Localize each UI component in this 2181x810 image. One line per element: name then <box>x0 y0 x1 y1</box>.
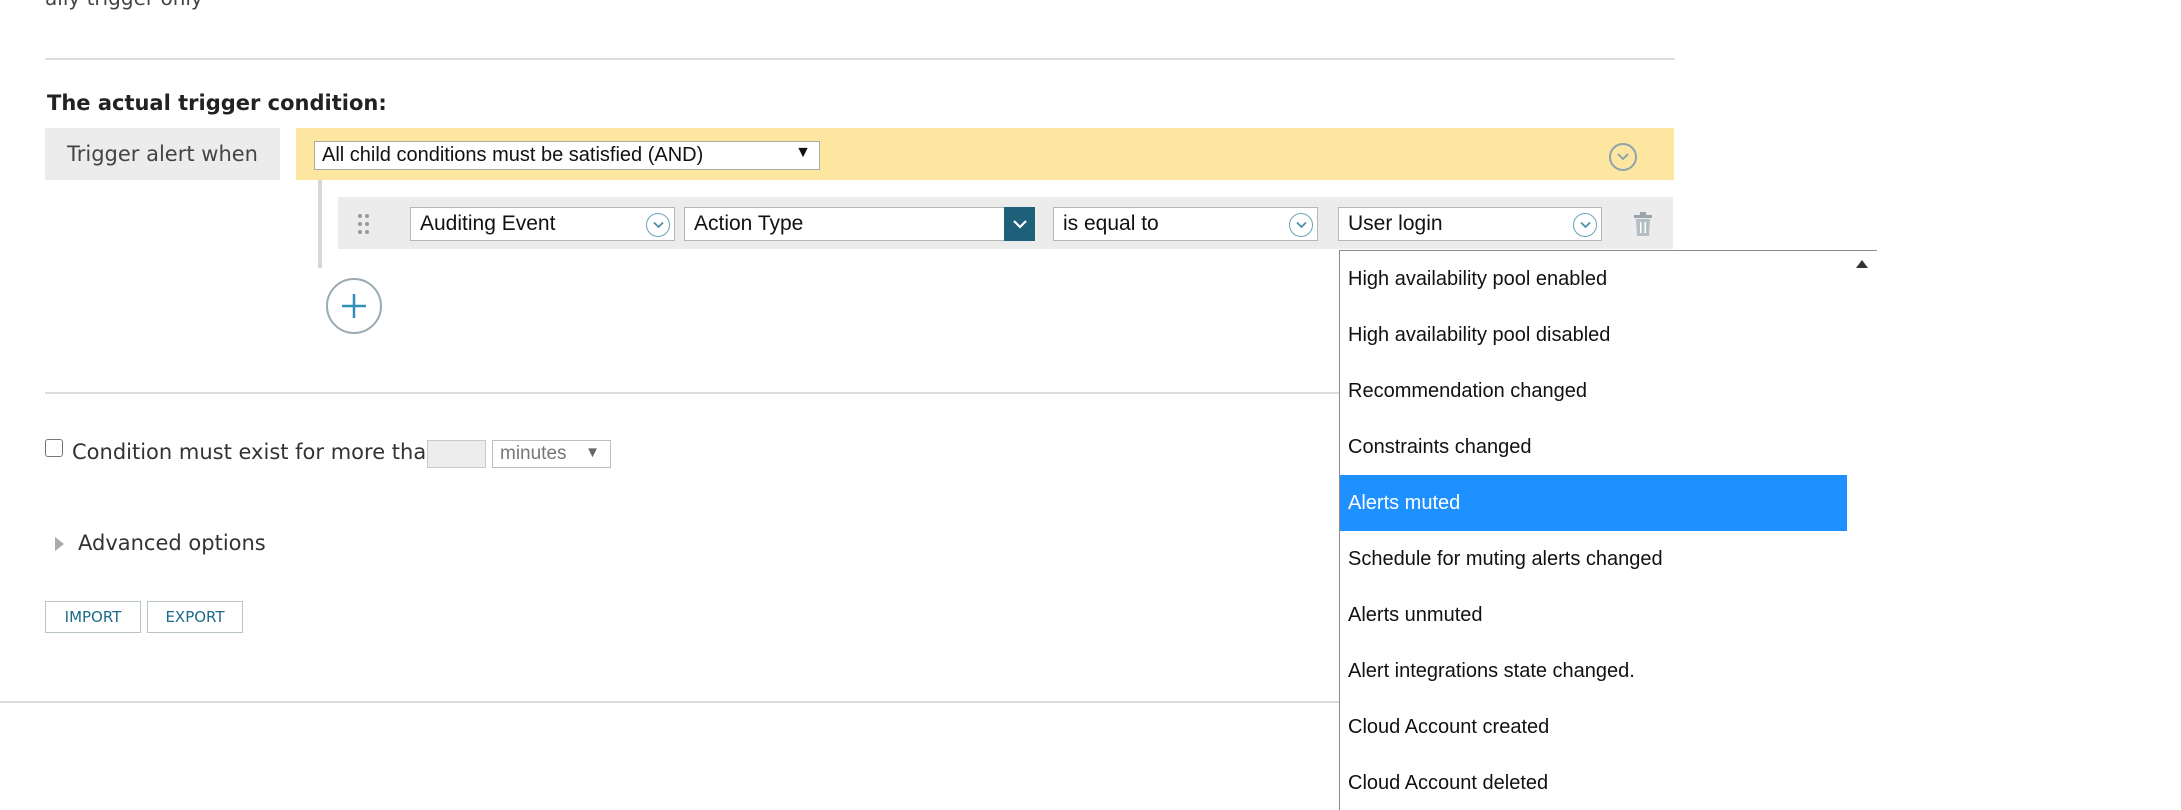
trigger-label-text: Trigger alert when <box>67 142 258 166</box>
import-button[interactable]: IMPORT <box>45 601 141 633</box>
condition-duration-label: Condition must exist for more than <box>72 440 440 464</box>
operator-select[interactable]: is equal to <box>1053 207 1318 241</box>
chevron-down-icon <box>1617 153 1629 161</box>
partial-description-text: ally trigger only <box>45 0 203 10</box>
chevron-down-icon <box>1573 213 1597 237</box>
divider-top <box>45 58 1675 60</box>
operator-value: is equal to <box>1063 212 1159 235</box>
dropdown-option[interactable]: Alerts unmuted <box>1340 587 1847 643</box>
plus-icon <box>342 294 366 318</box>
dropdown-arrow-icon: ▼ <box>795 144 811 161</box>
duration-unit-select[interactable]: minutes ▼ <box>492 440 611 468</box>
divider-bottom <box>0 701 1340 703</box>
expand-triangle-icon[interactable] <box>55 537 64 551</box>
add-condition-button[interactable] <box>326 278 382 334</box>
value-select[interactable]: User login <box>1338 207 1602 241</box>
dropdown-option[interactable]: Cloud Account deleted <box>1340 755 1847 810</box>
property-select[interactable]: Action Type <box>684 207 1035 241</box>
chevron-down-icon <box>646 213 670 237</box>
object-type-value: Auditing Event <box>420 212 556 235</box>
trash-icon[interactable] <box>1632 211 1654 237</box>
trigger-alert-when-label: Trigger alert when <box>45 128 280 180</box>
duration-input[interactable] <box>427 440 486 468</box>
tree-connector <box>318 180 322 268</box>
object-type-select[interactable]: Auditing Event <box>410 207 675 241</box>
condition-duration-checkbox[interactable] <box>45 439 63 457</box>
collapse-group-button[interactable] <box>1609 143 1637 171</box>
property-value: Action Type <box>694 212 804 235</box>
dropdown-option[interactable]: Alert integrations state changed. <box>1340 643 1847 699</box>
value-select-value: User login <box>1348 212 1443 235</box>
dropdown-option[interactable]: High availability pool disabled <box>1340 307 1847 363</box>
scroll-up-arrow-icon[interactable] <box>1856 260 1868 268</box>
dropdown-option[interactable]: Cloud Account created <box>1340 699 1847 755</box>
export-button[interactable]: EXPORT <box>147 601 243 633</box>
logic-select-value: All child conditions must be satisfied (… <box>322 144 704 166</box>
dropdown-option[interactable]: Constraints changed <box>1340 419 1847 475</box>
chevron-down-icon <box>1004 207 1035 241</box>
value-dropdown-list[interactable]: High availability pool enabled High avai… <box>1339 250 1877 810</box>
divider-middle <box>45 392 1340 394</box>
dropdown-option[interactable]: Recommendation changed <box>1340 363 1847 419</box>
dropdown-option[interactable]: Schedule for muting alerts changed <box>1340 531 1847 587</box>
advanced-options-toggle[interactable]: Advanced options <box>78 531 266 555</box>
section-title: The actual trigger condition: <box>47 91 387 115</box>
dropdown-scrollbar[interactable] <box>1847 251 1877 810</box>
dropdown-option[interactable]: High availability pool enabled <box>1340 251 1847 307</box>
dropdown-arrow-icon: ▼ <box>585 444 600 461</box>
duration-unit-value: minutes <box>500 443 567 464</box>
logic-select[interactable]: All child conditions must be satisfied (… <box>314 141 820 170</box>
chevron-down-icon <box>1289 213 1313 237</box>
drag-handle-icon[interactable] <box>357 213 371 235</box>
dropdown-option-selected[interactable]: Alerts muted <box>1340 475 1847 531</box>
